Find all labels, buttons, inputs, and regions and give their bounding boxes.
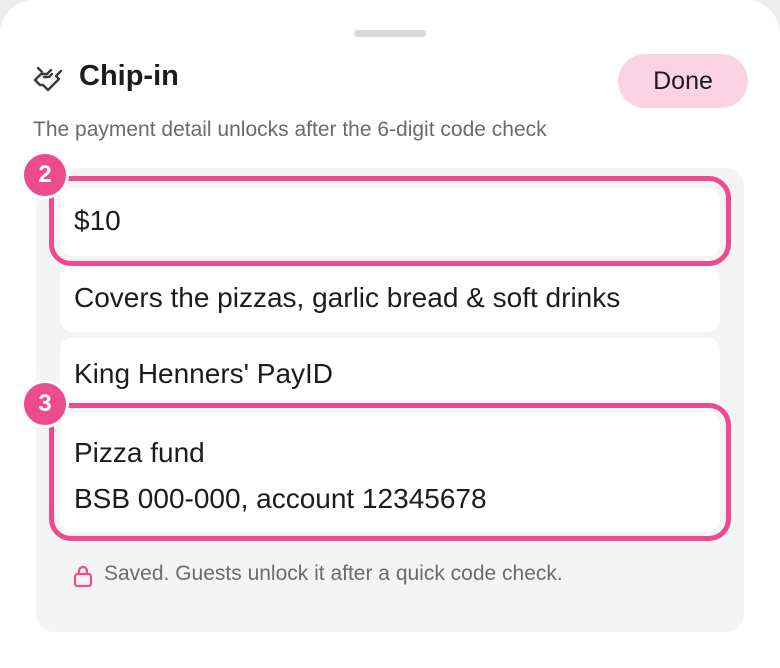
sheet-subtitle: The payment detail unlocks after the 6-d… (33, 118, 547, 141)
sheet-title: Chip-in (79, 60, 179, 92)
amount-field[interactable]: $10 (60, 188, 720, 256)
description-value: Covers the pizzas, garlic bread & soft d… (74, 282, 621, 313)
description-field[interactable]: Covers the pizzas, garlic bread & soft d… (60, 266, 720, 332)
handshake-icon (33, 66, 63, 92)
amount-value: $10 (74, 205, 121, 236)
payee-value: King Henners' PayID (74, 358, 334, 389)
lock-icon (73, 565, 93, 588)
done-button[interactable]: Done (618, 54, 748, 108)
sheet-grabber[interactable] (354, 30, 426, 37)
saved-note: Saved. Guests unlock it after a quick co… (104, 562, 563, 585)
account-details-value: BSB 000-000, account 12345678 (74, 483, 487, 514)
step-badge-2: 2 (21, 151, 69, 199)
chip-in-sheet: Chip-in Done The payment detail unlocks … (0, 0, 780, 668)
payee-field[interactable]: King Henners' PayID (60, 338, 720, 410)
account-name-value: Pizza fund (74, 437, 205, 468)
account-details-field[interactable]: Pizza fund BSB 000-000, account 12345678 (60, 412, 720, 532)
step-badge-3: 3 (21, 380, 69, 428)
